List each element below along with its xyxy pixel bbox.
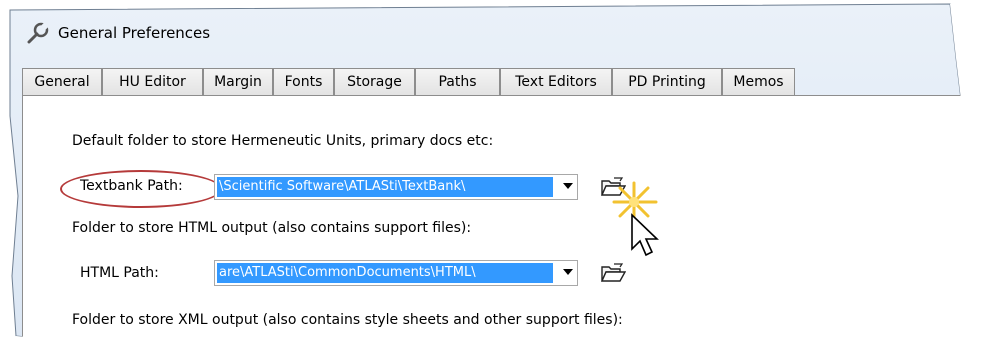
torn-edge-overlay: [0, 0, 984, 362]
